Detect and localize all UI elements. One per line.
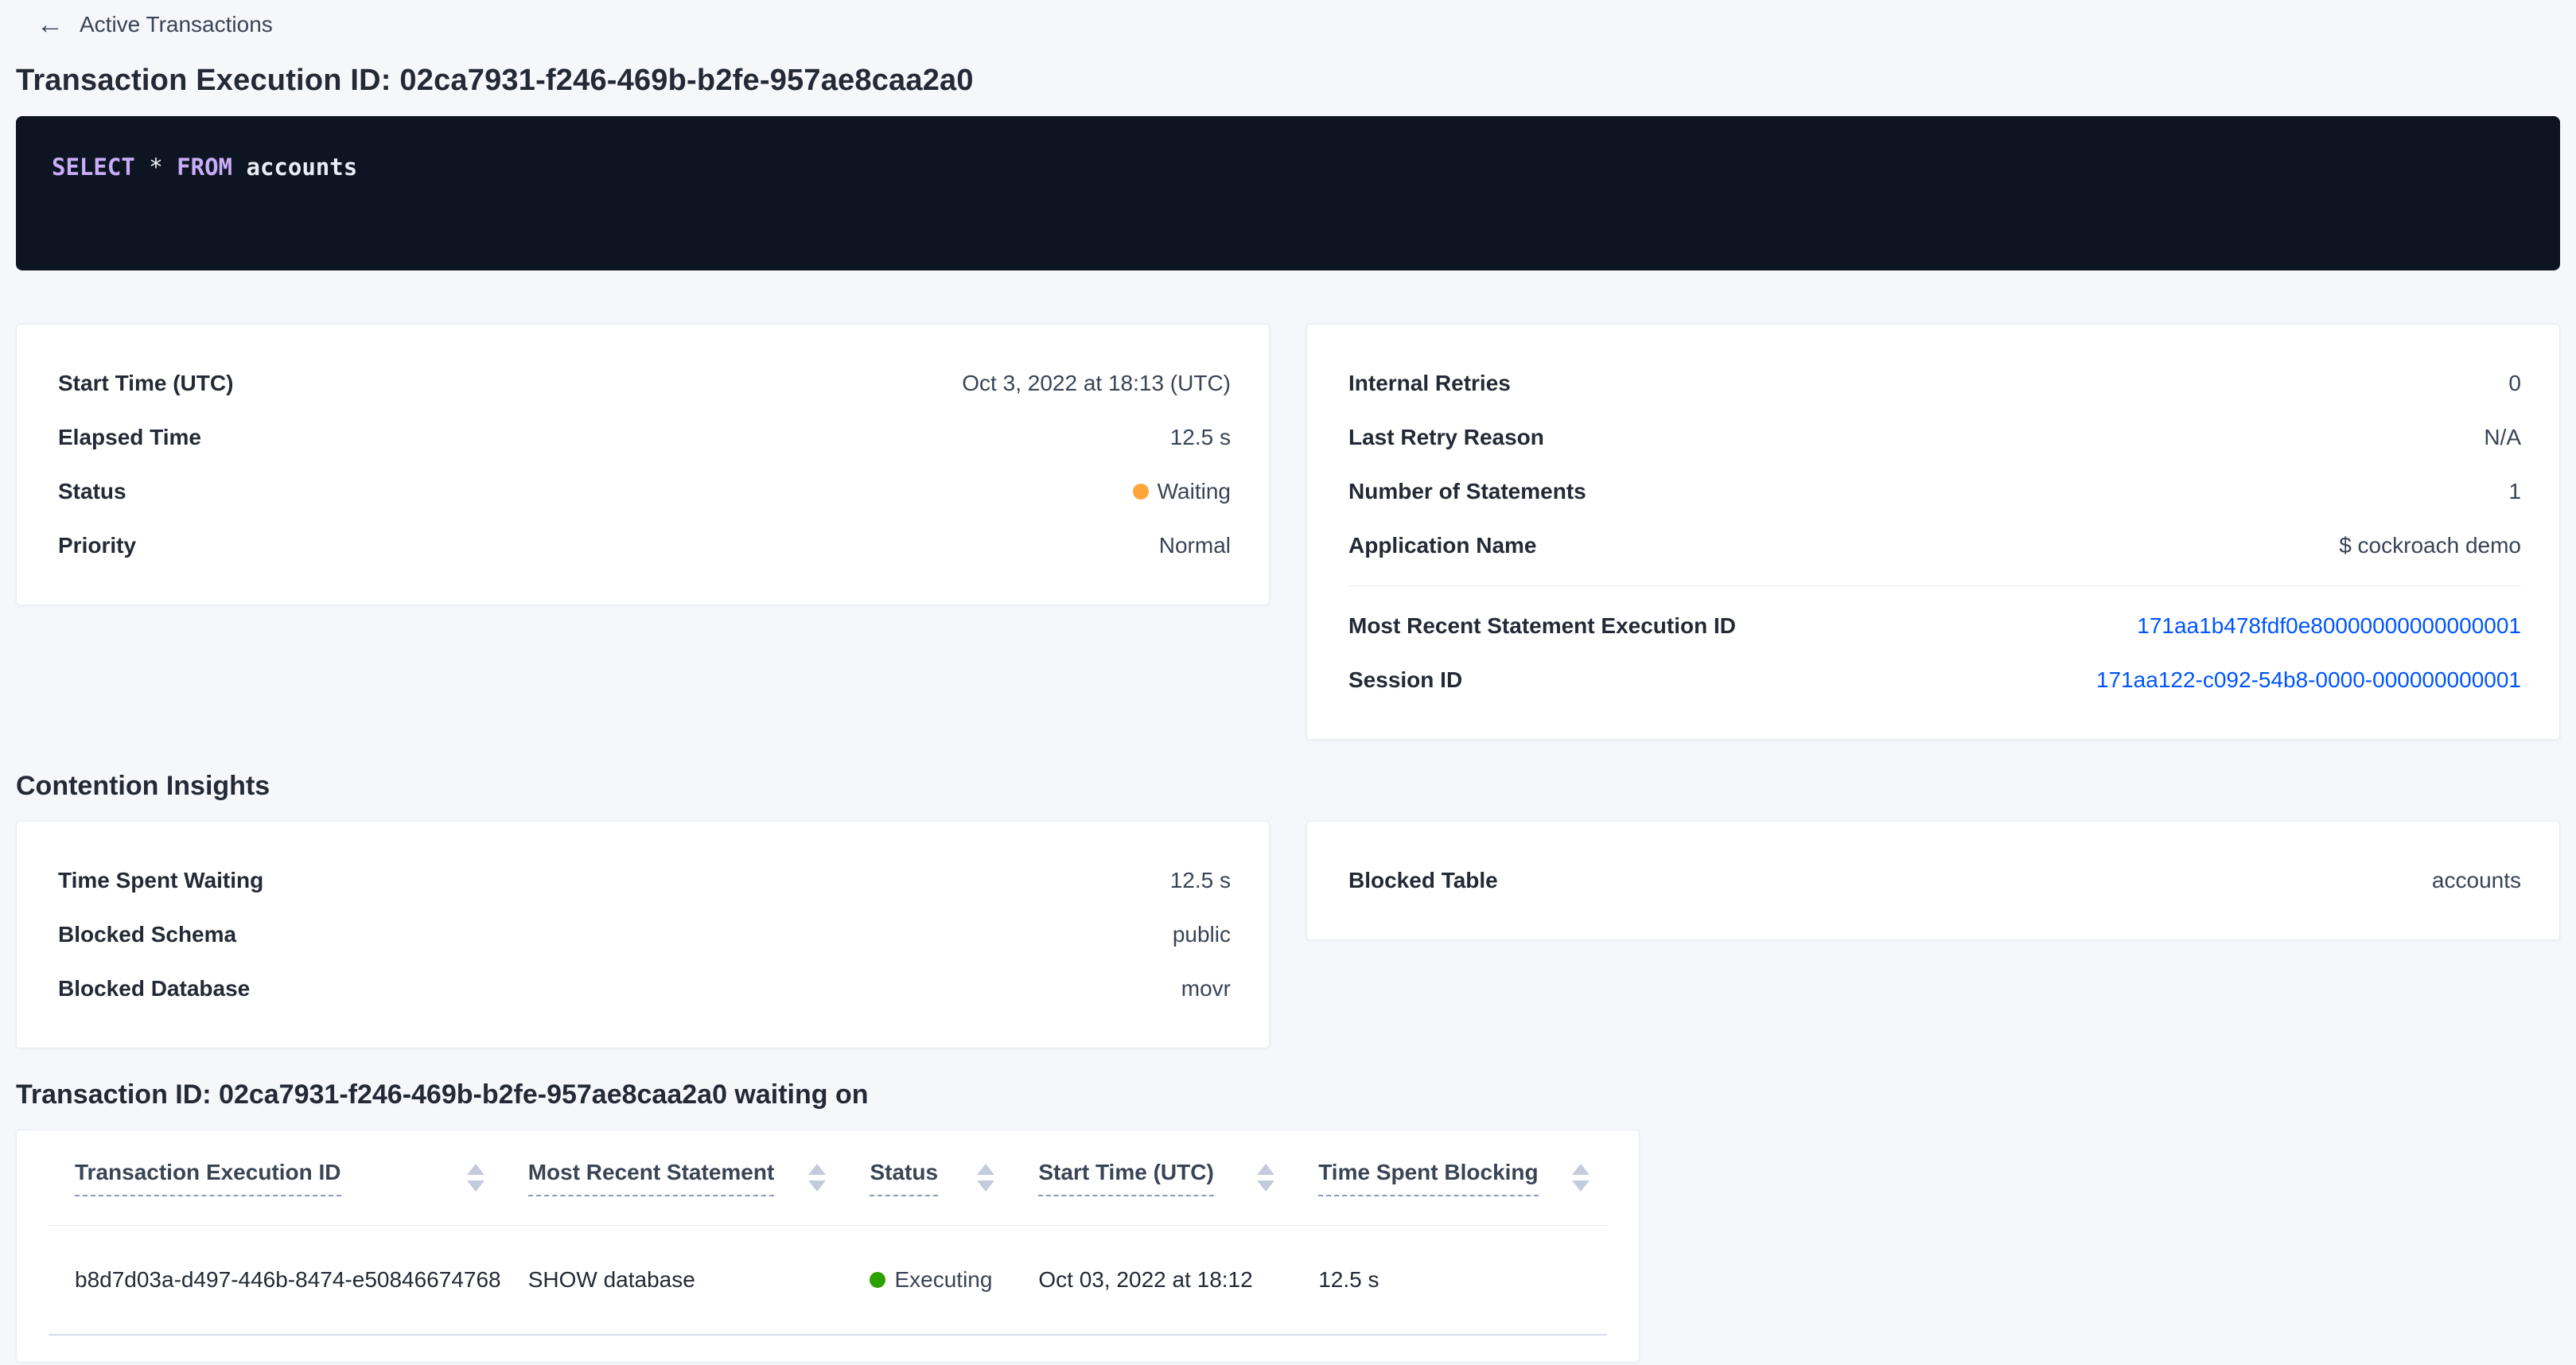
cell-time-spent-blocking: 12.5 s [1292, 1267, 1607, 1293]
sort-icon[interactable] [1257, 1164, 1274, 1192]
blocked-table-row: Blocked Table accounts [1348, 854, 2521, 908]
card-divider [1348, 585, 2521, 586]
sql-table-name: accounts [246, 154, 357, 181]
column-header-time-spent-blocking[interactable]: Time Spent Blocking [1292, 1160, 1607, 1196]
page-title: Transaction Execution ID: 02ca7931-f246-… [16, 64, 2560, 98]
status-text: Executing [894, 1267, 992, 1293]
blocked-database-row: Blocked Database movr [58, 962, 1231, 1016]
statement-count-row: Number of Statements 1 [1348, 465, 2521, 519]
statement-execution-id-link[interactable]: 171aa1b478fdf0e80000000000000001 [2137, 613, 2521, 639]
details-card: Internal Retries 0 Last Retry Reason N/A… [1306, 324, 2560, 740]
table-header-row: Transaction Execution ID Most Recent Sta… [49, 1130, 1607, 1226]
back-link-active-transactions[interactable]: ← Active Transactions [37, 11, 273, 38]
column-label[interactable]: Most Recent Statement [528, 1160, 775, 1196]
session-id-label: Session ID [1348, 667, 1462, 693]
summary-cards-row: Start Time (UTC) Oct 3, 2022 at 18:13 (U… [16, 324, 2560, 740]
statement-count-label: Number of Statements [1348, 479, 1586, 504]
sql-keyword-from: FROM [177, 154, 232, 181]
cell-transaction-execution-id: b8d7d03a-d497-446b-8474-e50846674768 [49, 1267, 502, 1293]
column-header-status[interactable]: Status [843, 1160, 1012, 1196]
statement-execution-id-label: Most Recent Statement Execution ID [1348, 613, 1736, 639]
elapsed-time-value: 12.5 s [1170, 425, 1231, 450]
status-executing-dot [870, 1272, 885, 1288]
priority-label: Priority [58, 533, 136, 558]
blocked-database-label: Blocked Database [58, 976, 250, 1001]
blocked-schema-row: Blocked Schema public [58, 908, 1231, 962]
session-id-link[interactable]: 171aa122-c092-54b8-0000-000000000001 [2096, 667, 2521, 693]
column-label[interactable]: Status [870, 1160, 938, 1196]
application-name-row: Application Name $ cockroach demo [1348, 519, 2521, 573]
sort-icon[interactable] [977, 1164, 994, 1192]
transaction-details-page: ← Active Transactions Transaction Execut… [0, 0, 2576, 1363]
time-spent-waiting-label: Time Spent Waiting [58, 868, 263, 893]
last-retry-reason-label: Last Retry Reason [1348, 425, 1544, 450]
priority-row: Priority Normal [58, 519, 1231, 573]
waiting-on-heading: Transaction ID: 02ca7931-f246-469b-b2fe-… [16, 1079, 2560, 1110]
column-header-most-recent-statement[interactable]: Most Recent Statement [502, 1160, 844, 1196]
sort-icon[interactable] [467, 1164, 484, 1192]
sort-icon[interactable] [808, 1164, 826, 1192]
blocked-table-value: accounts [2432, 868, 2521, 893]
start-time-label: Start Time (UTC) [58, 371, 233, 396]
sql-statement-box: SELECT * FROM accounts [16, 116, 2560, 270]
status-waiting-dot [1133, 484, 1149, 500]
internal-retries-row: Internal Retries 0 [1348, 356, 2521, 410]
column-header-start-time[interactable]: Start Time (UTC) [1012, 1160, 1292, 1196]
statement-execution-id-row: Most Recent Statement Execution ID 171aa… [1348, 599, 2521, 653]
back-link-label: Active Transactions [80, 12, 273, 37]
contention-insights-heading: Contention Insights [16, 771, 2560, 802]
arrow-left-icon: ← [37, 11, 64, 38]
status-text: Waiting [1158, 479, 1231, 504]
session-id-row: Session ID 171aa122-c092-54b8-0000-00000… [1348, 653, 2521, 707]
column-label[interactable]: Start Time (UTC) [1038, 1160, 1213, 1196]
column-header-transaction-execution-id[interactable]: Transaction Execution ID [49, 1160, 502, 1196]
start-time-row: Start Time (UTC) Oct 3, 2022 at 18:13 (U… [58, 356, 1231, 410]
start-time-value: Oct 3, 2022 at 18:13 (UTC) [962, 371, 1231, 396]
status-value: Waiting [1133, 479, 1231, 504]
overview-card: Start Time (UTC) Oct 3, 2022 at 18:13 (U… [16, 324, 1270, 605]
time-spent-waiting-row: Time Spent Waiting 12.5 s [58, 854, 1231, 908]
waiting-transactions-table: Transaction Execution ID Most Recent Sta… [16, 1130, 1640, 1363]
sql-star: * [149, 154, 162, 181]
contention-right-card: Blocked Table accounts [1306, 821, 2560, 940]
time-spent-waiting-value: 12.5 s [1170, 868, 1231, 893]
sql-keyword-select: SELECT [52, 154, 135, 181]
statement-count-value: 1 [2508, 479, 2521, 504]
column-label[interactable]: Time Spent Blocking [1318, 1160, 1538, 1196]
table-row: b8d7d03a-d497-446b-8474-e50846674768 SHO… [49, 1226, 1607, 1336]
cell-most-recent-statement: SHOW database [502, 1267, 844, 1293]
cell-status: Executing [843, 1267, 1012, 1293]
internal-retries-value: 0 [2508, 371, 2521, 396]
internal-retries-label: Internal Retries [1348, 371, 1511, 396]
priority-value: Normal [1159, 533, 1231, 558]
blocked-schema-label: Blocked Schema [58, 922, 236, 947]
cell-start-time: Oct 03, 2022 at 18:12 [1012, 1267, 1292, 1293]
contention-left-card: Time Spent Waiting 12.5 s Blocked Schema… [16, 821, 1270, 1048]
sort-icon[interactable] [1572, 1164, 1590, 1192]
application-name-value: $ cockroach demo [2339, 533, 2521, 558]
blocked-schema-value: public [1173, 922, 1231, 947]
elapsed-time-label: Elapsed Time [58, 425, 201, 450]
status-label: Status [58, 479, 126, 504]
blocked-table-label: Blocked Table [1348, 868, 1498, 893]
last-retry-reason-row: Last Retry Reason N/A [1348, 410, 2521, 465]
last-retry-reason-value: N/A [2484, 425, 2521, 450]
application-name-label: Application Name [1348, 533, 1536, 558]
elapsed-time-row: Elapsed Time 12.5 s [58, 410, 1231, 465]
status-row: Status Waiting [58, 465, 1231, 519]
column-label[interactable]: Transaction Execution ID [75, 1160, 341, 1196]
blocked-database-value: movr [1181, 976, 1231, 1001]
contention-cards-row: Time Spent Waiting 12.5 s Blocked Schema… [16, 821, 2560, 1048]
